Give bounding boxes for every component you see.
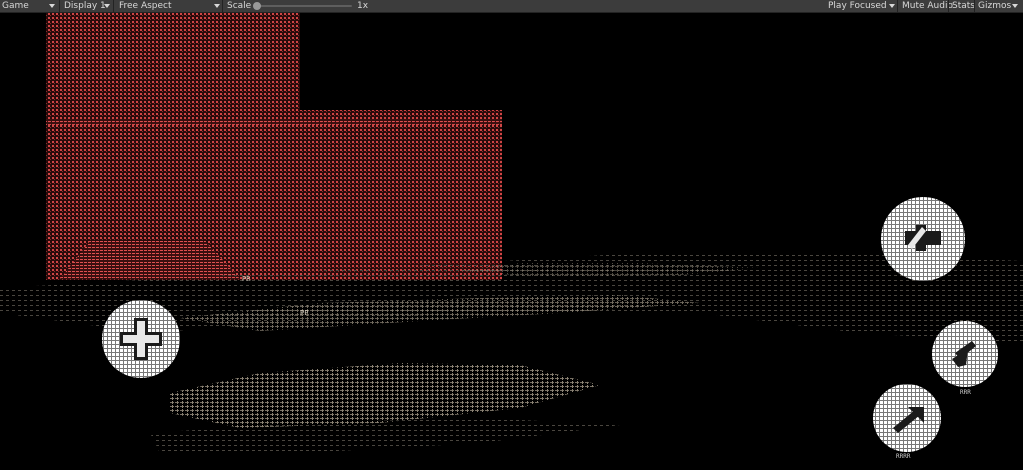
display-dropdown[interactable]: Display 1 <box>64 0 106 12</box>
gizmos-toggle[interactable]: Gizmos <box>978 0 1011 12</box>
wall-upper <box>46 13 300 110</box>
jump-button-caption: RRRR <box>896 453 911 460</box>
view-type-dropdown[interactable]: Game <box>2 0 29 12</box>
toolbar-separator <box>948 0 949 12</box>
play-mode-label: Play Focused <box>828 1 887 11</box>
game-viewport[interactable]: PR PP RRR RRRR <box>0 13 1023 470</box>
view-type-label: Game <box>2 1 29 11</box>
floor-marker-top: PR <box>242 275 251 283</box>
display-label: Display 1 <box>64 1 106 11</box>
mute-audio-toggle[interactable]: Mute Audio <box>902 0 953 12</box>
game-view-toolbar: Game Display 1 Free Aspect Scale 1x Play… <box>0 0 1023 13</box>
joystick-button[interactable] <box>102 300 180 378</box>
aspect-label: Free Aspect <box>119 1 172 11</box>
scale-slider-track[interactable] <box>256 5 352 7</box>
action-button[interactable] <box>881 197 965 281</box>
scale-value: 1x <box>357 1 369 11</box>
view-type-caret-icon <box>49 4 55 8</box>
dash-button[interactable]: RRR <box>932 321 998 396</box>
play-mode-caret-icon <box>889 4 895 8</box>
game-render: PR PP RRR RRRR <box>0 13 1023 460</box>
aspect-dropdown[interactable]: Free Aspect <box>119 0 172 12</box>
toolbar-separator <box>113 0 114 12</box>
floor-near <box>170 363 600 428</box>
display-caret-icon <box>104 4 110 8</box>
wall-ledge <box>46 119 502 125</box>
red-wall <box>46 13 502 280</box>
dash-button-caption: RRR <box>960 389 971 396</box>
aspect-caret-icon <box>214 4 220 8</box>
gizmos-caret-icon[interactable] <box>1012 4 1018 8</box>
play-mode-dropdown[interactable]: Play Focused <box>828 0 887 12</box>
toolbar-separator <box>974 0 975 12</box>
jump-button[interactable]: RRRR <box>873 384 941 460</box>
floor-marker-center: PP <box>300 309 308 317</box>
toolbar-separator <box>897 0 898 12</box>
scale-label: Scale <box>227 1 252 11</box>
stats-toggle[interactable]: Stats <box>952 0 975 12</box>
toolbar-separator <box>222 0 223 12</box>
scale-slider-thumb[interactable] <box>253 2 261 10</box>
toolbar-separator <box>59 0 60 12</box>
